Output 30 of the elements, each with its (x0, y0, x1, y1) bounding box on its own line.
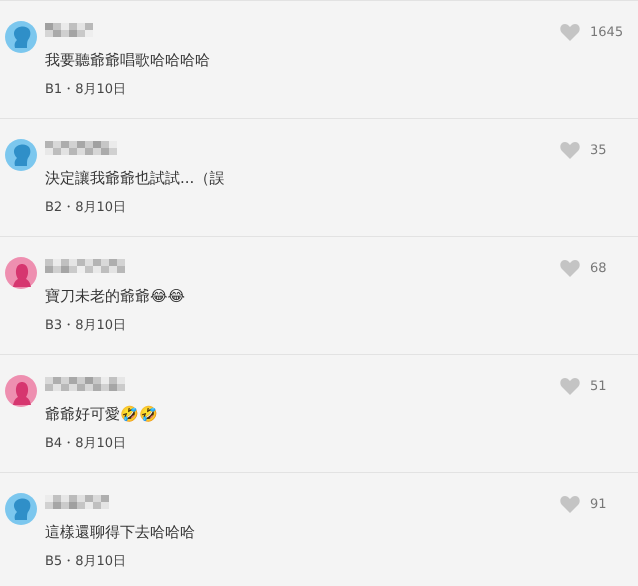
comment-meta: B4・8月10日 (45, 435, 128, 452)
like-count: 68 (590, 260, 608, 276)
heart-icon[interactable] (560, 495, 580, 513)
male-avatar-icon[interactable] (5, 493, 37, 525)
heart-icon[interactable] (560, 141, 580, 159)
female-avatar-icon[interactable] (5, 375, 37, 407)
comment-text: 我要聽爺爺唱歌哈哈哈哈 (45, 51, 211, 69)
female-avatar-icon[interactable] (5, 257, 37, 289)
comment-meta: B1・8月10日 (45, 81, 128, 98)
male-avatar-icon[interactable] (5, 21, 37, 53)
like-count: 51 (590, 378, 608, 394)
blurred-username[interactable] (45, 259, 125, 273)
comment-text: 爺爺好可愛🤣🤣 (45, 405, 159, 423)
blurred-username[interactable] (45, 141, 117, 155)
comment-text: 這樣還聊得下去哈哈哈 (45, 523, 196, 541)
like-count: 35 (590, 142, 608, 158)
comment-text: 寶刀未老的爺爺😂😂 (45, 287, 186, 305)
male-avatar-icon[interactable] (5, 139, 37, 171)
comment-meta: B3・8月10日 (45, 317, 128, 334)
heart-icon[interactable] (560, 377, 580, 395)
heart-icon[interactable] (560, 259, 580, 277)
heart-icon[interactable] (560, 23, 580, 41)
like-count: 1645 (590, 24, 624, 40)
blurred-username[interactable] (45, 377, 125, 391)
comment-text: 決定讓我爺爺也試試...（誤 (45, 169, 226, 187)
blurred-username[interactable] (45, 495, 109, 509)
like-count: 91 (590, 496, 608, 512)
blurred-username[interactable] (45, 23, 93, 37)
comment-meta: B2・8月10日 (45, 199, 128, 216)
comment-meta: B5・8月10日 (45, 553, 128, 570)
